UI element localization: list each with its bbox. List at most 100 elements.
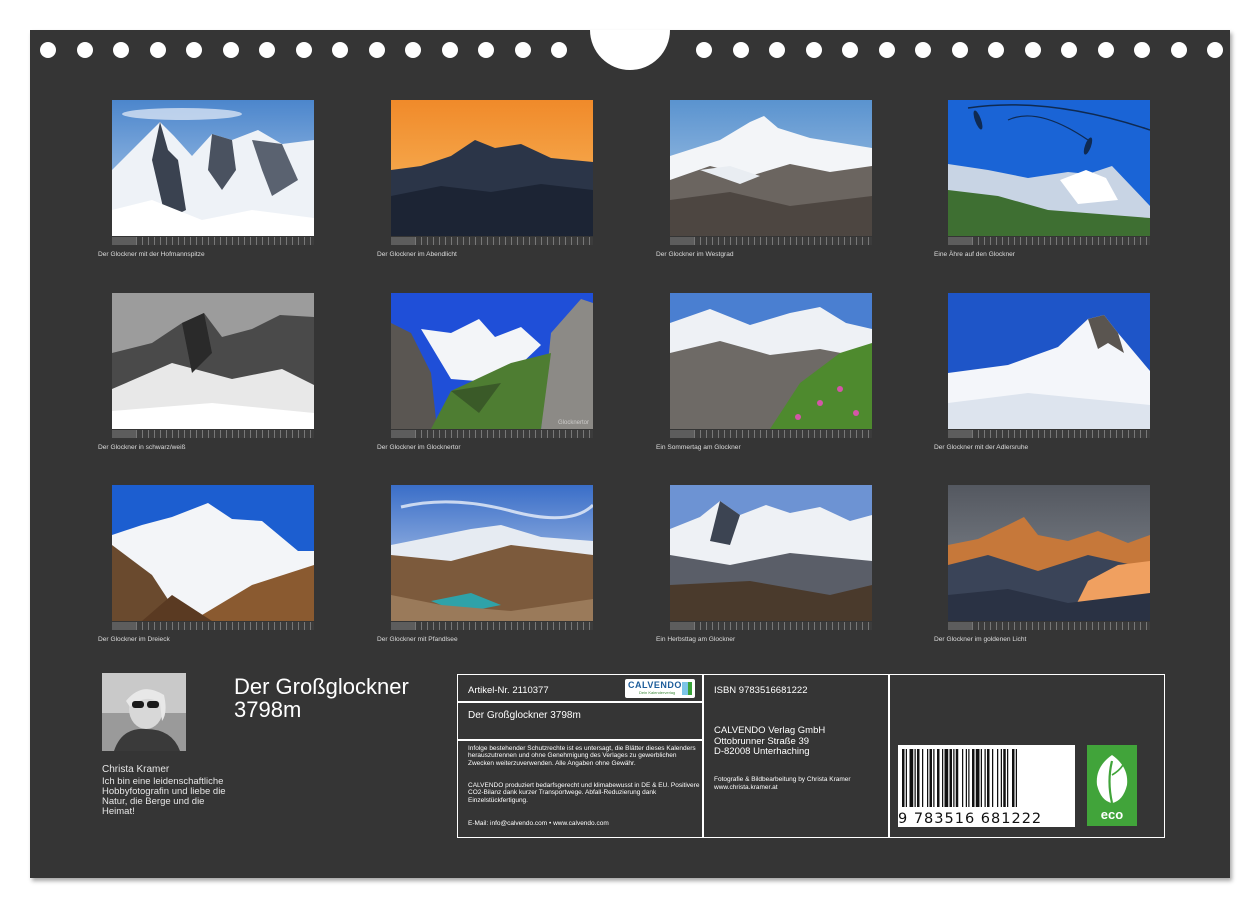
- binding-hole: [441, 42, 458, 58]
- barcode-bar: [905, 749, 907, 807]
- month-thumbnail: Glocknertor Der Glockner im Glocknertor: [377, 293, 593, 451]
- divider: [458, 739, 703, 741]
- binding-hole: [259, 42, 275, 58]
- mountain-photo: [391, 293, 593, 429]
- month-tag: [670, 622, 694, 630]
- barcode-bar: [929, 749, 932, 807]
- barcode-bar: [942, 749, 944, 807]
- month-thumbnail: Ein Herbsttag am Glockner: [656, 485, 872, 643]
- calendar-day-strip: [948, 430, 1150, 438]
- barcode-bar: [902, 749, 905, 807]
- barcode-bar: [937, 749, 940, 807]
- calendar-back-cover: Der Glockner mit der Hofmannspitze Der Gl…: [30, 30, 1230, 878]
- month-caption: Der Glockner im Dreieck: [98, 636, 170, 643]
- mountain-photo: [670, 293, 872, 429]
- mountain-photo: [948, 485, 1150, 621]
- eco-notice: CALVENDO produziert bedarfsgerecht und k…: [468, 782, 700, 804]
- month-caption: Der Glockner im Glocknertor: [377, 444, 461, 451]
- barcode-bar: [944, 749, 949, 807]
- month-photo: [391, 100, 593, 236]
- month-caption: Der Glockner in schwarz/weiß: [98, 444, 186, 451]
- publisher-address: CALVENDO Verlag GmbH Ottobrunner Straße …: [714, 725, 825, 758]
- binding-hole: [1097, 42, 1114, 58]
- barcode-bar: [984, 749, 986, 807]
- month-thumbnail: Der Glockner mit der Adlersruhe: [934, 293, 1150, 451]
- barcode-bar: [1015, 749, 1017, 807]
- article-number: Artikel-Nr. 2110377: [468, 685, 549, 696]
- contact-line: E-Mail: info@calvendo.com • www.calvendo…: [468, 820, 609, 827]
- barcode-bar: [965, 749, 967, 807]
- author-name: Christa Kramer: [102, 764, 170, 775]
- mountain-photo: [112, 485, 314, 621]
- binding-hole: [988, 42, 1004, 58]
- month-tag: [948, 237, 972, 245]
- eco-badge: eco: [1087, 745, 1137, 826]
- binding-hole: [405, 42, 421, 58]
- isbn: ISBN 9783516681222: [714, 685, 808, 696]
- author-portrait: [102, 673, 186, 751]
- barcode-bar: [968, 749, 970, 807]
- mountain-photo: [112, 100, 314, 236]
- month-photo: [670, 293, 872, 429]
- month-tag: [112, 237, 136, 245]
- binding-hole: [732, 42, 749, 58]
- month-caption: Eine Ähre auf den Glockner: [934, 251, 1016, 258]
- month-photo: [391, 485, 593, 621]
- month-tag: [670, 430, 694, 438]
- legal-notice: Infolge bestehender Schutzrechte ist es …: [468, 745, 696, 767]
- binding-hole: [696, 42, 712, 58]
- calendar-day-strip: [670, 622, 872, 630]
- calendar-day-strip: [391, 622, 593, 630]
- month-thumbnail: Der Glockner im Abendlicht: [377, 100, 593, 258]
- barcode-bar: [975, 749, 980, 807]
- month-caption: Der Glockner im Abendlicht: [377, 251, 457, 258]
- binding-hole: [186, 42, 202, 58]
- barcode-bar: [1000, 749, 1002, 807]
- month-thumbnail: Ein Sommertag am Glockner: [656, 293, 872, 451]
- month-photo: [112, 293, 314, 429]
- mountain-photo: [391, 485, 593, 621]
- binding-hole: [113, 42, 129, 58]
- binding-hole: [76, 42, 93, 58]
- photo-watermark: Glocknertor: [557, 420, 589, 426]
- barcode-bar: [922, 749, 924, 807]
- barcode: 9 783516 681222: [898, 745, 1075, 827]
- mountain-photo: [391, 100, 593, 236]
- mountain-photo: [670, 100, 872, 236]
- calvendo-logo-mark: [682, 682, 688, 695]
- month-caption: Der Glockner im Westgrad: [656, 251, 734, 258]
- barcode-bar: [953, 749, 955, 807]
- barcode-bar: [927, 749, 929, 807]
- month-tag: [391, 622, 415, 630]
- month-thumbnail: Der Glockner im Westgrad: [656, 100, 872, 258]
- barcode-bar: [992, 749, 994, 807]
- binding-hole: [878, 42, 895, 58]
- binding-hole: [478, 42, 494, 58]
- credit-line-1: Fotografie & Bildbearbeitung by Christa …: [714, 776, 851, 783]
- month-tag: [670, 237, 694, 245]
- title-line-2: 3798m: [234, 697, 302, 722]
- month-photo: [112, 485, 314, 621]
- photo-credit: Fotografie & Bildbearbeitung by Christa …: [714, 776, 851, 791]
- mountain-photo: [670, 485, 872, 621]
- barcode-bar: [909, 749, 914, 807]
- month-caption: Ein Herbsttag am Glockner: [656, 636, 736, 643]
- binding-hole: [40, 42, 56, 58]
- barcode-bar: [955, 749, 959, 807]
- calendar-day-strip: [670, 430, 872, 438]
- calvendo-logo: CALVENDO Dein Kalenderverlag: [625, 679, 695, 698]
- binding-hole: [551, 42, 567, 58]
- month-tag: [948, 430, 972, 438]
- month-caption: Ein Sommertag am Glockner: [656, 444, 741, 451]
- month-tag: [391, 237, 415, 245]
- calendar-day-strip: [112, 622, 314, 630]
- binding-hole: [769, 42, 785, 58]
- binding-hole: [1061, 42, 1077, 58]
- month-thumbnail: Der Glockner im goldenen Licht: [934, 485, 1150, 643]
- binding-hole: [1134, 42, 1150, 58]
- barcode-bar: [1012, 749, 1015, 807]
- binding-hole: [842, 42, 858, 58]
- binding-hole: [915, 42, 931, 58]
- divider: [458, 701, 703, 703]
- calendar-day-strip: [112, 237, 314, 245]
